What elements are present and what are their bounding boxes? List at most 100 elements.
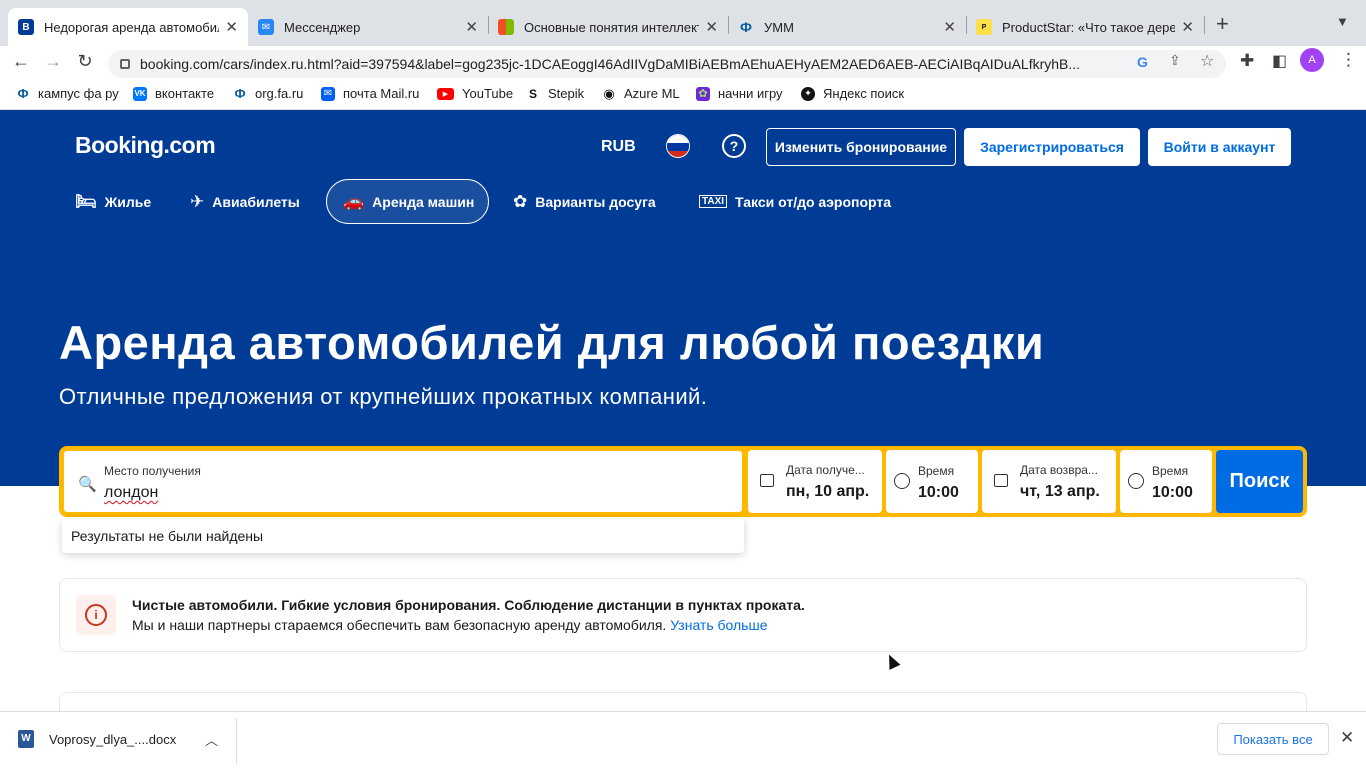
- page-title: Аренда автомобилей для любой поездки: [59, 316, 1045, 369]
- address-bar[interactable]: booking.com/cars/index.ru.html?aid=39759…: [108, 50, 1226, 78]
- currency-selector[interactable]: RUB: [601, 138, 636, 156]
- close-tab-icon[interactable]: ✕: [943, 18, 956, 36]
- nav-tab-attractions[interactable]: ✿ Варианты досуга: [513, 179, 656, 224]
- yandex-icon: ✦: [801, 86, 815, 101]
- search-form: 🔍 Место получения лондон Дата получе... …: [59, 446, 1307, 517]
- search-button[interactable]: Поиск: [1216, 450, 1303, 513]
- pickup-location-input[interactable]: лондон: [104, 484, 158, 502]
- url-text: booking.com/cars/index.ru.html?aid=39759…: [140, 56, 1081, 72]
- close-tab-icon[interactable]: ✕: [705, 18, 718, 36]
- autocomplete-dropdown: Результаты не были найдены: [62, 518, 744, 553]
- share-icon[interactable]: ⇪: [1169, 52, 1181, 69]
- search-icon: 🔍: [78, 476, 97, 493]
- nav-tab-flights[interactable]: ✈ Авиабилеты: [190, 179, 300, 224]
- pickup-time-field[interactable]: Время 10:00: [886, 450, 978, 513]
- nav-tab-label: Авиабилеты: [212, 193, 300, 210]
- tab-title: Недорогая аренда автомобил: [44, 19, 220, 35]
- download-item[interactable]: W Voprosy_dlya_....docx: [18, 730, 176, 748]
- menu-kebab-icon[interactable]: ⋮: [1340, 50, 1357, 70]
- change-booking-button[interactable]: Изменить бронирование: [766, 128, 956, 166]
- chevron-up-icon[interactable]: ︿: [205, 730, 218, 749]
- learn-more-link[interactable]: Узнать больше: [670, 617, 767, 633]
- tab-divider: [1204, 16, 1205, 34]
- side-panel-icon[interactable]: ◧: [1272, 51, 1287, 71]
- register-button[interactable]: Зарегистрироваться: [964, 128, 1140, 166]
- bookmark-label: вконтакте: [155, 86, 215, 101]
- divider: [236, 718, 237, 764]
- reload-icon[interactable]: ↻: [72, 51, 98, 72]
- bookmark-label: начни игру: [718, 86, 783, 101]
- bookmark-label: почта Mail.ru: [343, 86, 420, 101]
- pickup-date-field[interactable]: Дата получе... пн, 10 апр.: [748, 450, 882, 513]
- notice-body: Мы и наши партнеры стараемся обеспечить …: [132, 617, 667, 633]
- bookmark-youtube[interactable]: ▶ YouTube: [437, 86, 513, 101]
- nav-tab-taxi[interactable]: TAXI Такси от/до аэропорта: [699, 179, 891, 224]
- close-tab-icon[interactable]: ✕: [225, 18, 238, 36]
- safety-notice: i Чистые автомобили. Гибкие условия брон…: [59, 578, 1307, 652]
- tab-booking[interactable]: B Недорогая аренда автомобил ✕: [8, 8, 248, 46]
- bookmark-vk[interactable]: VK вконтакте: [133, 86, 214, 101]
- close-tab-icon[interactable]: ✕: [465, 18, 478, 36]
- extensions-puzzle-icon[interactable]: ✚: [1240, 51, 1254, 71]
- return-time-label: Время: [1152, 464, 1189, 478]
- mouse-cursor-icon: [883, 652, 901, 670]
- browser-toolbar: ← → ↻ booking.com/cars/index.ru.html?aid…: [0, 46, 1366, 82]
- tab-productstar[interactable]: P ProductStar: «Что такое дере ✕: [966, 8, 1204, 46]
- calendar-icon: [760, 474, 774, 487]
- hero-section: Booking.com RUB ? Изменить бронирование …: [0, 110, 1366, 486]
- bookmark-azure[interactable]: ◉ Azure ML: [602, 85, 680, 102]
- back-arrow-icon[interactable]: ←: [8, 51, 34, 72]
- bookmark-label: Azure ML: [624, 86, 680, 101]
- mail-icon: ✉: [321, 86, 335, 101]
- profile-avatar[interactable]: A: [1300, 48, 1324, 72]
- booking-favicon-icon: B: [18, 19, 34, 35]
- language-flag-icon[interactable]: [666, 134, 690, 158]
- tab-search-chevron-icon[interactable]: ▼: [1336, 14, 1349, 29]
- info-icon: i: [76, 595, 116, 635]
- bookmark-game[interactable]: ✿ начни игру: [696, 86, 783, 101]
- game-icon: ✿: [696, 86, 710, 101]
- help-icon[interactable]: ?: [722, 134, 746, 158]
- bookmark-campus[interactable]: Фкампус фа ру: [16, 86, 118, 101]
- download-filename: Voprosy_dlya_....docx: [49, 731, 177, 747]
- tab-title: Мессенджер: [284, 19, 361, 35]
- bookmark-label: org.fa.ru: [255, 86, 304, 101]
- nav-tab-stays[interactable]: 🛏 Жилье: [75, 179, 151, 224]
- close-tab-icon[interactable]: ✕: [1181, 18, 1194, 36]
- return-date-value: чт, 13 апр.: [1020, 483, 1100, 500]
- nav-tab-label: Варианты досуга: [535, 193, 656, 210]
- globe-icon: ◉: [603, 85, 615, 101]
- tab-umm[interactable]: Ф УММ ✕: [728, 8, 966, 46]
- booking-logo[interactable]: Booking.com: [75, 132, 216, 159]
- tab-title: Основные понятия интеллект: [524, 19, 700, 35]
- nav-tab-label: Жилье: [104, 193, 152, 210]
- nav-tab-car-rental[interactable]: 🚗 Аренда машин: [326, 179, 489, 224]
- show-all-button[interactable]: Показать все: [1217, 723, 1329, 755]
- bookmark-yandex[interactable]: ✦ Яндекс поиск: [801, 86, 904, 101]
- car-icon: 🚗: [343, 191, 365, 211]
- google-lens-icon[interactable]: G: [1137, 54, 1148, 70]
- tab-concepts[interactable]: ■ Основные понятия интеллект ✕: [488, 8, 728, 46]
- return-date-label: Дата возвра...: [1020, 463, 1098, 477]
- tab-title: УММ: [764, 19, 794, 35]
- bookmark-org-fa[interactable]: Фorg.fa.ru: [233, 86, 303, 101]
- notice-title: Чистые автомобили. Гибкие условия бронир…: [132, 597, 805, 613]
- plane-icon: ✈: [190, 191, 205, 211]
- bookmark-star-icon[interactable]: ☆: [1200, 51, 1214, 71]
- tab-messenger[interactable]: ✉ Мессенджер ✕: [248, 8, 488, 46]
- fa-icon: Ф: [234, 86, 246, 101]
- pickup-location-field[interactable]: 🔍 Место получения лондон: [63, 450, 743, 513]
- return-time-field[interactable]: Время 10:00: [1120, 450, 1212, 513]
- new-tab-button[interactable]: +: [1216, 11, 1229, 37]
- youtube-icon: ▶: [437, 87, 454, 100]
- close-icon[interactable]: ✕: [1340, 728, 1354, 748]
- bookmark-mail[interactable]: ✉ почта Mail.ru: [321, 86, 419, 101]
- login-button[interactable]: Войти в аккаунт: [1148, 128, 1291, 166]
- bookmark-label: Stepik: [548, 86, 585, 101]
- bookmark-stepik[interactable]: S Stepik: [526, 86, 584, 101]
- return-date-field[interactable]: Дата возвра... чт, 13 апр.: [982, 450, 1116, 513]
- clock-icon: [1128, 473, 1144, 489]
- forward-arrow-icon[interactable]: →: [40, 51, 66, 72]
- lock-icon: [120, 59, 130, 69]
- vk-icon: VK: [133, 86, 147, 101]
